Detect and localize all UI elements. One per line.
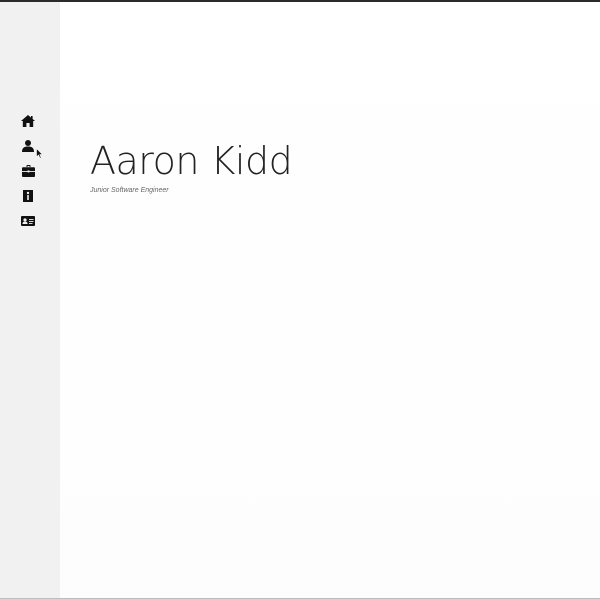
hero-section: Aaron Kidd Junior Software Engineer <box>90 139 293 194</box>
user-icon <box>22 139 34 152</box>
main-content: Aaron Kidd Junior Software Engineer <box>60 2 600 598</box>
briefcase-icon <box>21 164 35 177</box>
nav-item-info[interactable] <box>0 183 56 208</box>
nav-item-experience[interactable] <box>0 158 56 183</box>
nav-item-home[interactable] <box>0 108 56 133</box>
app-window: Aaron Kidd Junior Software Engineer <box>0 0 600 599</box>
info-icon <box>23 189 33 202</box>
sidebar-nav <box>0 108 60 233</box>
sidebar <box>0 2 60 598</box>
nav-item-about[interactable] <box>0 133 56 158</box>
contact-card-icon <box>21 215 35 226</box>
home-icon <box>21 114 35 127</box>
job-title: Junior Software Engineer <box>90 187 169 194</box>
nav-item-contact[interactable] <box>0 208 56 233</box>
person-name: Aaron Kidd <box>90 139 293 183</box>
mouse-pointer-icon <box>36 148 43 159</box>
